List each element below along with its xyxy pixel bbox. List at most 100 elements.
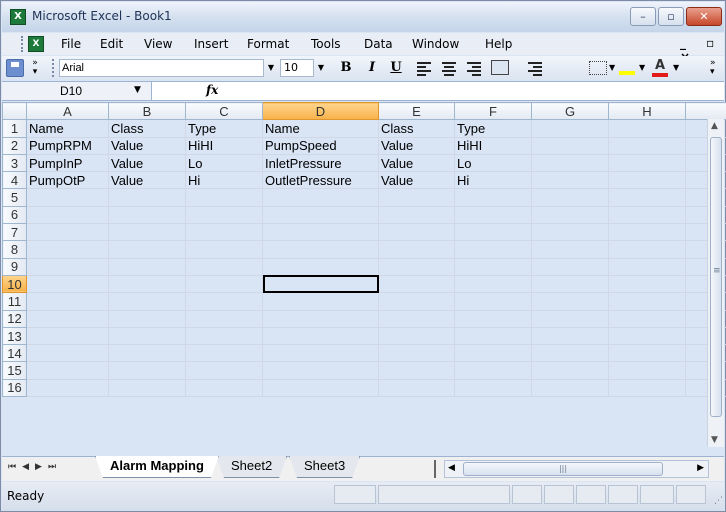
toolbar-grip[interactable] xyxy=(52,59,55,77)
cell-c10[interactable] xyxy=(185,274,263,294)
scroll-right-icon[interactable]: ▶ xyxy=(697,463,704,473)
cell-c11[interactable] xyxy=(185,292,263,311)
cell-g3[interactable] xyxy=(531,153,609,173)
menu-data[interactable]: Data xyxy=(364,37,393,51)
cell-f4[interactable]: Hi xyxy=(454,171,532,190)
cell-f6[interactable] xyxy=(454,205,532,225)
cell-f5[interactable] xyxy=(454,188,532,207)
scroll-down-icon[interactable]: ▼ xyxy=(711,435,718,445)
cell-e7[interactable] xyxy=(378,223,455,242)
cell-f3[interactable]: Lo xyxy=(454,153,532,173)
font-size-dropdown-icon[interactable]: ▼ xyxy=(314,59,328,77)
cell-a2[interactable]: PumpRPM xyxy=(26,136,109,155)
cell-h7[interactable] xyxy=(608,223,686,242)
row-header-9[interactable]: 9 xyxy=(2,257,27,276)
menu-window[interactable]: Window xyxy=(412,37,459,51)
cell-b11[interactable] xyxy=(108,292,186,311)
cell-h4[interactable] xyxy=(608,171,686,190)
cell-e2[interactable]: Value xyxy=(378,136,455,155)
vertical-scrollbar[interactable]: ▲ ▼ xyxy=(707,119,724,447)
cell-d11[interactable] xyxy=(262,292,379,311)
cell-g13[interactable] xyxy=(531,326,609,346)
cell-f15[interactable] xyxy=(454,361,532,380)
cell-c3[interactable]: Lo xyxy=(185,153,263,173)
cell-a13[interactable] xyxy=(26,326,109,346)
cell-g4[interactable] xyxy=(531,171,609,190)
row-header-8[interactable]: 8 xyxy=(2,240,27,259)
font-name-input[interactable]: Arial xyxy=(59,59,264,77)
cell-a15[interactable] xyxy=(26,361,109,380)
borders-icon[interactable] xyxy=(589,61,607,75)
cell-g9[interactable] xyxy=(531,257,609,276)
cell-g11[interactable] xyxy=(531,292,609,311)
cell-a9[interactable] xyxy=(26,257,109,276)
cell-d3[interactable]: InletPressure xyxy=(262,153,379,173)
title-bar[interactable]: X Microsoft Excel - Book1 – ▫ ✕ xyxy=(2,2,724,32)
cell-e5[interactable] xyxy=(378,188,455,207)
cell-d14[interactable] xyxy=(262,344,379,363)
cell-e6[interactable] xyxy=(378,205,455,225)
column-header-g[interactable]: G xyxy=(531,101,609,121)
tab-split-handle[interactable] xyxy=(434,460,439,478)
italic-button[interactable]: I xyxy=(362,59,382,77)
cell-g16[interactable] xyxy=(531,378,609,398)
cell-a16[interactable] xyxy=(26,378,109,398)
cell-a10[interactable] xyxy=(26,274,109,294)
column-header-overflow[interactable] xyxy=(685,101,726,121)
cell-b3[interactable]: Value xyxy=(108,153,186,173)
cell-c14[interactable] xyxy=(185,344,263,363)
cell-d8[interactable] xyxy=(262,240,379,259)
cell-h10[interactable] xyxy=(608,274,686,294)
cell-f11[interactable] xyxy=(454,292,532,311)
row-header-2[interactable]: 2 xyxy=(2,136,27,155)
cell-a1[interactable]: Name xyxy=(26,119,109,138)
cell-c16[interactable] xyxy=(185,378,263,398)
cell-a6[interactable] xyxy=(26,205,109,225)
cell-e12[interactable] xyxy=(378,309,455,328)
font-color-icon[interactable]: A xyxy=(652,59,668,77)
cell-f2[interactable]: HiHI xyxy=(454,136,532,155)
row-header-16[interactable]: 16 xyxy=(2,378,27,398)
font-size-input[interactable]: 10 xyxy=(280,59,314,77)
cell-d7[interactable] xyxy=(262,223,379,242)
cell-e13[interactable] xyxy=(378,326,455,346)
cell-e1[interactable]: Class xyxy=(378,119,455,138)
menu-grip[interactable] xyxy=(21,36,24,52)
minimize-button[interactable]: – xyxy=(630,7,656,26)
cell-e11[interactable] xyxy=(378,292,455,311)
row-header-5[interactable]: 5 xyxy=(2,188,27,207)
cell-b8[interactable] xyxy=(108,240,186,259)
cell-e9[interactable] xyxy=(378,257,455,276)
column-header-a[interactable]: A xyxy=(26,101,109,121)
cell-g2[interactable] xyxy=(531,136,609,155)
cell-b5[interactable] xyxy=(108,188,186,207)
font-dropdown-icon[interactable]: ▼ xyxy=(264,59,278,77)
cell-c6[interactable] xyxy=(185,205,263,225)
cell-f14[interactable] xyxy=(454,344,532,363)
row-header-10[interactable]: 10 xyxy=(2,274,27,294)
close-button[interactable]: ✕ xyxy=(686,7,722,26)
menu-view[interactable]: View xyxy=(144,37,172,51)
horizontal-scroll-thumb[interactable]: ||| xyxy=(463,462,663,476)
cell-b2[interactable]: Value xyxy=(108,136,186,155)
cell-h2[interactable] xyxy=(608,136,686,155)
cell-d12[interactable] xyxy=(262,309,379,328)
name-box-dropdown-icon[interactable]: ▼ xyxy=(134,85,141,95)
row-header-1[interactable]: 1 xyxy=(2,119,27,138)
cell-h6[interactable] xyxy=(608,205,686,225)
cell-f7[interactable] xyxy=(454,223,532,242)
toolbar-options-icon[interactable]: » ▾ xyxy=(28,59,42,77)
cell-d6[interactable] xyxy=(262,205,379,225)
cell-b7[interactable] xyxy=(108,223,186,242)
menu-file[interactable]: File xyxy=(61,37,81,51)
name-box[interactable]: D10 ▼ xyxy=(2,82,152,100)
cell-c1[interactable]: Type xyxy=(185,119,263,138)
menu-format[interactable]: Format xyxy=(247,37,289,51)
cell-e3[interactable]: Value xyxy=(378,153,455,173)
cell-g15[interactable] xyxy=(531,361,609,380)
cell-b14[interactable] xyxy=(108,344,186,363)
cell-f16[interactable] xyxy=(454,378,532,398)
vertical-scroll-thumb[interactable] xyxy=(710,137,722,417)
cell-h11[interactable] xyxy=(608,292,686,311)
cell-f9[interactable] xyxy=(454,257,532,276)
